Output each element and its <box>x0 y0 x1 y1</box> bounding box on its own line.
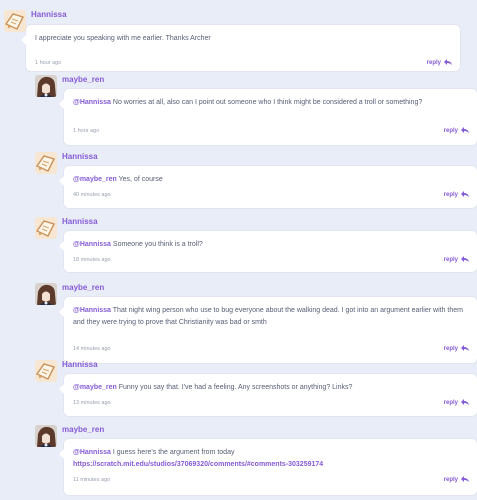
comment-timestamp: 40 minutes ago <box>73 192 111 198</box>
comment-body: No worries at all, also can I point out … <box>110 99 423 106</box>
reply-button[interactable]: reply <box>444 256 469 263</box>
comment-text: @Hannissa I guess here's the argument fr… <box>73 447 468 471</box>
comment-text: @Hannissa That night wing person who use… <box>73 305 468 329</box>
comment-body: I guess here's the argument from today <box>110 449 235 456</box>
comment-bubble: I appreciate you speaking with me earlie… <box>21 25 460 71</box>
comment-text: @maybe_ren Funny you say that. I've had … <box>73 382 468 394</box>
comment-item: maybe_ren @Hannissa That night wing pers… <box>35 283 477 363</box>
reply-button[interactable]: reply <box>444 399 469 406</box>
reply-label: reply <box>426 60 441 66</box>
mention-link[interactable]: @Hannissa <box>73 99 111 106</box>
character-avatar[interactable] <box>35 425 57 447</box>
comment-body: That night wing person who use to bug ev… <box>73 307 463 326</box>
comment-url-link[interactable]: https://scratch.mit.edu/studios/37069320… <box>73 459 468 471</box>
reply-label: reply <box>443 128 458 134</box>
comment-item: Hannissa @maybe_ren Yes, of course 40 mi… <box>35 152 477 208</box>
comment-bubble: @Hannissa I guess here's the argument fr… <box>59 439 477 495</box>
reply-label: reply <box>443 400 458 406</box>
comment-author-link[interactable]: Hannissa <box>31 10 67 19</box>
comment-text: @Hannissa No worries at all, also can I … <box>73 97 468 109</box>
comment-bubble: @maybe_ren Funny you say that. I've had … <box>59 374 477 416</box>
reply-arrow-icon <box>461 191 469 197</box>
sticky-note-avatar[interactable] <box>35 217 57 239</box>
comment-bubble: @maybe_ren Yes, of course 40 minutes ago… <box>59 166 477 208</box>
comment-text: @Hannissa Someone you think is a troll? <box>73 239 468 251</box>
comment-item: Hannissa @Hannissa Someone you think is … <box>35 217 477 272</box>
reply-arrow-icon <box>461 127 469 133</box>
reply-label: reply <box>443 477 458 483</box>
comment-item: Hannissa @maybe_ren Funny you say that. … <box>35 360 477 416</box>
comment-author-link[interactable]: Hannissa <box>62 360 98 369</box>
reply-arrow-icon <box>461 399 469 405</box>
comment-bubble: @Hannissa No worries at all, also can I … <box>59 89 477 145</box>
reply-button[interactable]: reply <box>444 191 469 198</box>
reply-button[interactable]: reply <box>427 59 452 66</box>
reply-arrow-icon <box>461 476 469 482</box>
comment-timestamp: 11 minutes ago <box>73 477 111 483</box>
comment-author-link[interactable]: maybe_ren <box>62 425 104 434</box>
reply-label: reply <box>443 346 458 352</box>
comment-timestamp: 1 hour ago <box>35 60 62 66</box>
comment-bubble: @Hannissa That night wing person who use… <box>59 297 477 363</box>
mention-link[interactable]: @maybe_ren <box>73 176 117 183</box>
comment-body: Someone you think is a troll? <box>110 241 203 248</box>
mention-link[interactable]: @Hannissa <box>73 241 111 248</box>
comment-author-link[interactable]: maybe_ren <box>62 283 104 292</box>
sticky-note-avatar[interactable] <box>35 152 57 174</box>
sticky-note-avatar[interactable] <box>35 360 57 382</box>
reply-label: reply <box>443 192 458 198</box>
comment-item: Hannissa I appreciate you speaking with … <box>4 10 460 71</box>
reply-arrow-icon <box>444 59 452 65</box>
comment-timestamp: 13 minutes ago <box>73 400 111 406</box>
mention-link[interactable]: @maybe_ren <box>73 384 117 391</box>
reply-arrow-icon <box>461 345 469 351</box>
reply-label: reply <box>443 257 458 263</box>
character-avatar[interactable] <box>35 75 57 97</box>
reply-button[interactable]: reply <box>444 345 469 352</box>
reply-arrow-icon <box>461 256 469 262</box>
comment-timestamp: 14 minutes ago <box>73 346 111 352</box>
character-avatar[interactable] <box>35 283 57 305</box>
mention-link[interactable]: @Hannissa <box>73 307 111 314</box>
mention-link[interactable]: @Hannissa <box>73 449 111 456</box>
comment-body: Funny you say that. I've had a feeling. … <box>116 384 353 391</box>
comment-author-link[interactable]: maybe_ren <box>62 75 104 84</box>
comment-author-link[interactable]: Hannissa <box>62 152 98 161</box>
comment-item: maybe_ren @Hannissa No worries at all, a… <box>35 75 477 145</box>
comment-body: Yes, of course <box>116 176 163 183</box>
reply-button[interactable]: reply <box>444 127 469 134</box>
sticky-note-avatar[interactable] <box>4 10 26 32</box>
reply-button[interactable]: reply <box>444 476 469 483</box>
comment-author-link[interactable]: Hannissa <box>62 217 98 226</box>
comment-timestamp: 1 hour ago <box>73 128 100 134</box>
comment-body: I appreciate you speaking with me earlie… <box>35 35 211 42</box>
comment-item: maybe_ren @Hannissa I guess here's the a… <box>35 425 477 495</box>
comment-text: @maybe_ren Yes, of course <box>73 174 468 186</box>
comment-bubble: @Hannissa Someone you think is a troll? … <box>59 231 477 272</box>
comment-thread: Hannissa I appreciate you speaking with … <box>0 0 477 500</box>
comment-timestamp: 18 minutes ago <box>73 257 111 263</box>
comment-text: I appreciate you speaking with me earlie… <box>35 33 451 45</box>
